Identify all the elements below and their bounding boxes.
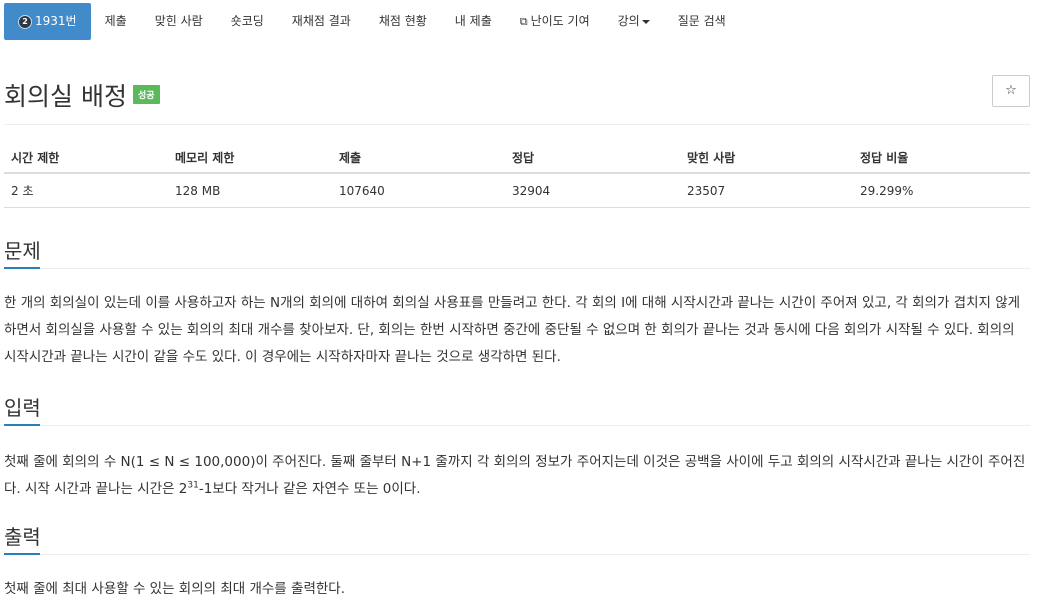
solved-users-value: 23507 (680, 173, 853, 208)
tab-difficulty-label: 난이도 기여 (530, 14, 590, 28)
header-time-limit: 시간 제한 (4, 143, 168, 174)
tab-problem-number-label: 1931번 (35, 14, 77, 28)
tab-short-coding[interactable]: 숏코딩 (217, 3, 278, 40)
star-icon: ☆ (1005, 83, 1017, 98)
header-accept-ratio: 정답 비율 (853, 143, 1030, 174)
tab-my-submissions[interactable]: 내 제출 (441, 3, 506, 40)
input-description: 첫째 줄에 회의의 수 N(1 ≤ N ≤ 100,000)이 주어진다. 둘째… (4, 449, 1030, 503)
section-underline (4, 553, 40, 555)
tab-judge-status[interactable]: 채점 현황 (365, 3, 441, 40)
tab-question-search[interactable]: 질문 검색 (664, 3, 740, 40)
section-underline (4, 424, 40, 426)
problem-header: 회의실 배정 성공 ☆ (4, 73, 1030, 113)
header-solved-users: 맞힌 사람 (680, 143, 853, 174)
output-description: 첫째 줄에 최대 사용할 수 있는 회의의 최대 개수를 출력한다. (4, 581, 345, 597)
input-title: 입력 (4, 396, 41, 420)
section-underline (4, 267, 40, 269)
accept-ratio-value: 29.299% (853, 173, 1030, 208)
input-text-part2: -1보다 작거나 같은 자연수 또는 0이다. (198, 481, 421, 497)
output-section-header: 출력 (4, 521, 1030, 555)
tab-question-search-label: 질문 검색 (677, 14, 726, 28)
header-accepted: 정답 (505, 143, 680, 174)
output-title: 출력 (4, 525, 41, 549)
divider (4, 268, 1030, 269)
input-section-header: 입력 (4, 392, 1030, 426)
page-title: 회의실 배정 (4, 82, 127, 111)
tab-problem-number[interactable]: 2 1931번 (4, 3, 91, 40)
divider (4, 124, 1030, 125)
tab-judge-status-label: 채점 현황 (378, 14, 427, 28)
header-memory-limit: 메모리 제한 (168, 143, 332, 174)
tab-rejudge[interactable]: 재채점 결과 (278, 3, 365, 40)
description-title: 문제 (4, 239, 41, 263)
tab-solved-users-label: 맞힌 사람 (154, 14, 203, 28)
problem-description: 한 개의 회의실이 있는데 이를 사용하고자 하는 N개의 회의에 대하여 회의… (4, 295, 1021, 365)
tab-submit-label: 제출 (104, 14, 127, 28)
divider (4, 425, 1030, 426)
time-limit-value: 2 초 (4, 173, 168, 208)
table-header-row: 시간 제한 메모리 제한 제출 정답 맞힌 사람 정답 비율 (4, 143, 1030, 174)
external-link-icon: ⧉ (519, 15, 528, 28)
description-section-header: 문제 (4, 235, 1030, 269)
header-submissions: 제출 (332, 143, 505, 174)
exponent: 31 (187, 480, 199, 491)
accepted-value: 32904 (505, 173, 680, 208)
tab-submit[interactable]: 제출 (91, 3, 141, 40)
tab-rejudge-label: 재채점 결과 (291, 14, 351, 28)
tab-difficulty[interactable]: ⧉ 난이도 기여 (506, 3, 604, 40)
input-text-part1: 첫째 줄에 회의의 수 N(1 ≤ N ≤ 100,000)이 주어진다. 둘째… (4, 454, 1026, 497)
tier-icon: 2 (18, 14, 32, 29)
table-row: 2 초 128 MB 107640 32904 23507 29.299% (4, 173, 1030, 208)
status-badge: 성공 (133, 85, 160, 104)
star-button[interactable]: ☆ (992, 75, 1030, 107)
caret-down-icon (641, 19, 650, 24)
problem-menu: 2 1931번 제출 맞힌 사람 숏코딩 재채점 결과 채점 현황 내 제출 ⧉… (4, 3, 740, 40)
tab-lectures[interactable]: 강의 (604, 3, 664, 40)
tab-short-coding-label: 숏코딩 (230, 14, 264, 28)
submissions-value: 107640 (332, 173, 505, 208)
tab-solved-users[interactable]: 맞힌 사람 (141, 3, 217, 40)
tab-lectures-label: 강의 (617, 14, 640, 28)
memory-limit-value: 128 MB (168, 173, 332, 208)
problem-info-table: 시간 제한 메모리 제한 제출 정답 맞힌 사람 정답 비율 2 초 128 M… (4, 143, 1030, 208)
tab-my-submissions-label: 내 제출 (454, 14, 492, 28)
divider (4, 554, 1030, 555)
